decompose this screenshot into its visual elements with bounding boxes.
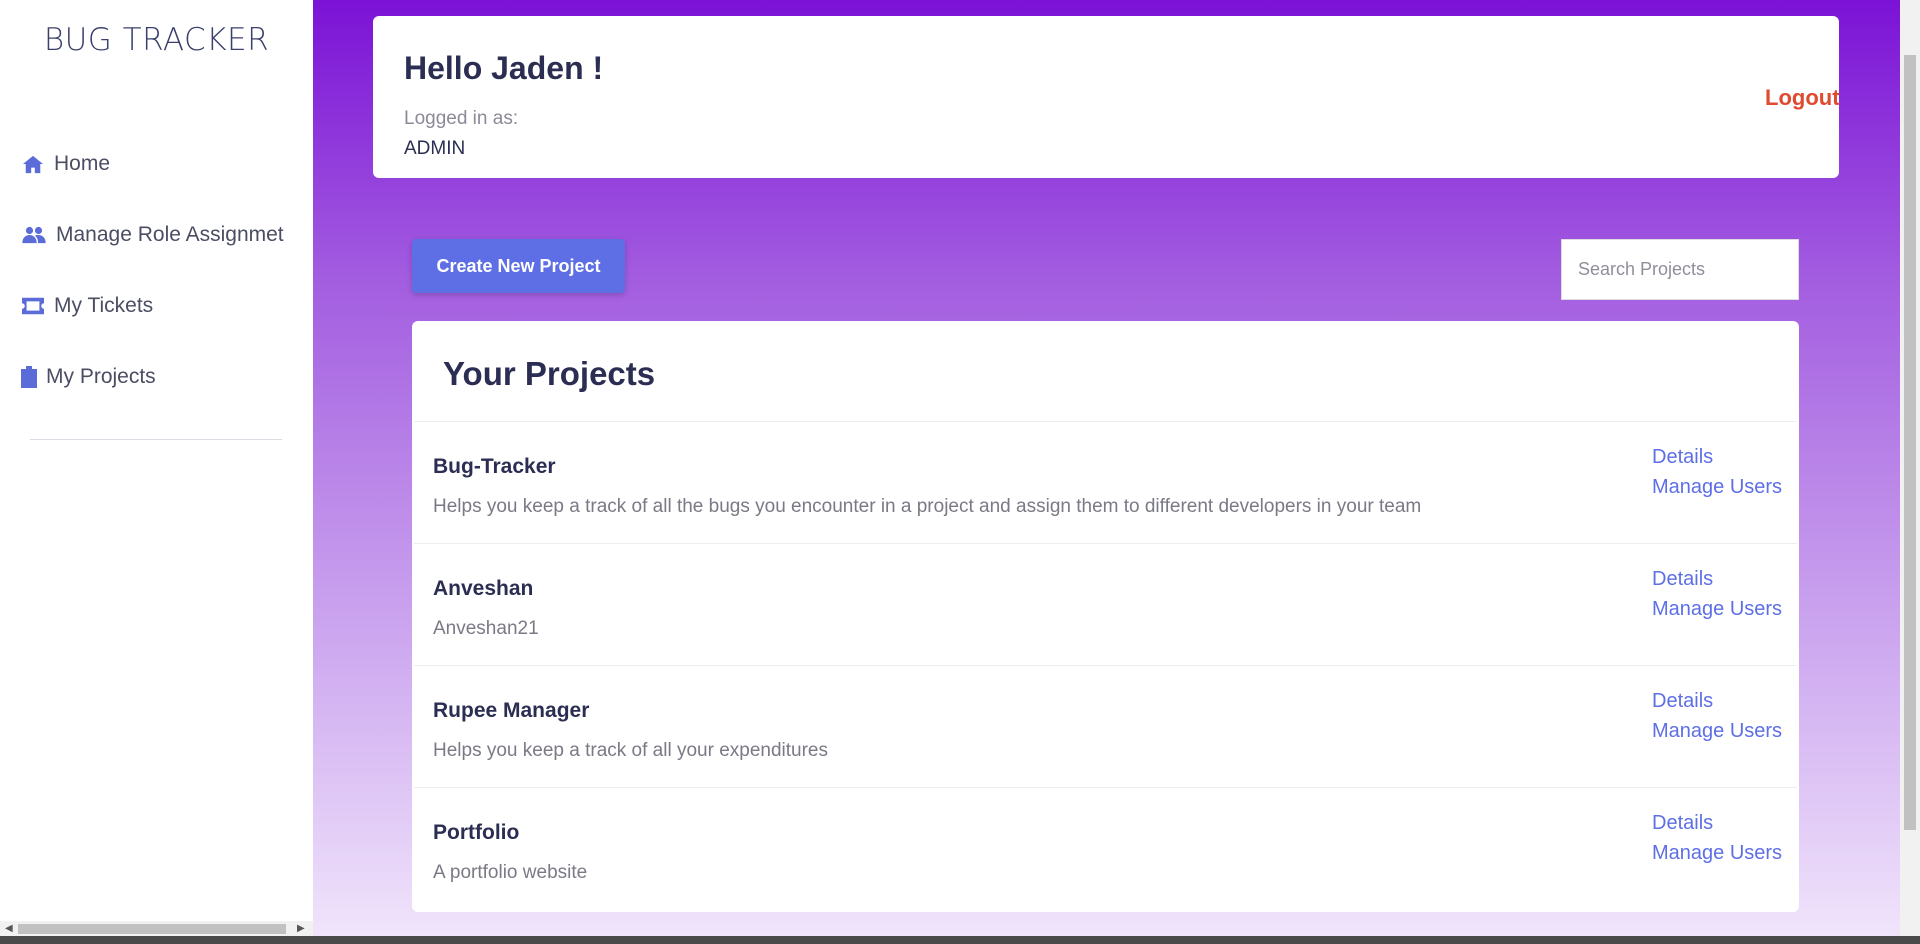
sidebar-divider — [30, 439, 282, 440]
clipboard-icon — [20, 365, 38, 389]
horizontal-scrollbar[interactable]: ◀ ▶ — [0, 921, 313, 936]
main-content: Hello Jaden ! Logged in as: ADMIN Logout… — [313, 0, 1900, 936]
brand-title: BUG TRACKER — [43, 22, 270, 58]
project-manage-users-link[interactable]: Manage Users — [1652, 720, 1782, 743]
project-row: Portfolio A portfolio website Details Ma… — [414, 787, 1797, 909]
sidebar-item-label: Manage Role Assignmet — [56, 223, 284, 246]
logout-link[interactable]: Logout — [1765, 85, 1840, 111]
scroll-right-icon[interactable]: ▶ — [297, 923, 305, 934]
project-row: Anveshan Anveshan21 Details Manage Users — [414, 543, 1797, 665]
ticket-icon — [20, 294, 46, 318]
project-description: A portfolio website — [433, 862, 588, 883]
scroll-left-icon[interactable]: ◀ — [5, 923, 13, 934]
greeting: Hello Jaden ! — [404, 50, 604, 86]
sidebar-item-manage-roles[interactable]: Manage Role Assignmet — [20, 223, 284, 247]
sidebar-item-my-tickets[interactable]: My Tickets — [20, 294, 153, 318]
project-details-link[interactable]: Details — [1652, 812, 1713, 835]
project-manage-users-link[interactable]: Manage Users — [1652, 598, 1782, 621]
search-projects-input[interactable] — [1561, 239, 1799, 300]
scrollbar-thumb[interactable] — [18, 924, 286, 934]
project-name: Rupee Manager — [433, 699, 590, 722]
sidebar-item-label: Home — [54, 152, 111, 175]
users-icon — [20, 223, 48, 247]
project-manage-users-link[interactable]: Manage Users — [1652, 476, 1782, 499]
project-details-link[interactable]: Details — [1652, 568, 1713, 591]
logged-in-label: Logged in as: — [404, 108, 519, 129]
taskbar-strip — [0, 936, 1920, 944]
project-details-link[interactable]: Details — [1652, 690, 1713, 713]
sidebar: BUG TRACKER Home Manage Role Assignmet M… — [0, 0, 313, 944]
project-name: Portfolio — [433, 821, 520, 844]
projects-title: Your Projects — [443, 355, 656, 392]
scrollbar-thumb[interactable] — [1904, 55, 1916, 830]
home-icon — [20, 152, 46, 176]
user-header-card: Hello Jaden ! Logged in as: ADMIN Logout — [373, 16, 1840, 178]
project-manage-users-link[interactable]: Manage Users — [1652, 842, 1782, 865]
sidebar-item-home[interactable]: Home — [20, 152, 110, 176]
project-row: Bug-Tracker Helps you keep a track of al… — [414, 421, 1797, 543]
sidebar-item-my-projects[interactable]: My Projects — [20, 365, 156, 389]
projects-card: Your Projects Bug-Tracker Helps you keep… — [412, 321, 1799, 912]
project-description: Helps you keep a track of all your expen… — [433, 740, 828, 761]
create-project-button[interactable]: Create New Project — [412, 239, 625, 293]
project-details-link[interactable]: Details — [1652, 446, 1713, 469]
user-role: ADMIN — [404, 138, 466, 159]
project-description: Anveshan21 — [433, 618, 539, 639]
sidebar-item-label: My Tickets — [54, 294, 154, 317]
project-list: Bug-Tracker Helps you keep a track of al… — [414, 421, 1797, 909]
sidebar-item-label: My Projects — [46, 365, 156, 388]
project-name: Bug-Tracker — [433, 455, 556, 478]
project-row: Rupee Manager Helps you keep a track of … — [414, 665, 1797, 787]
project-description: Helps you keep a track of all the bugs y… — [433, 496, 1422, 517]
vertical-scrollbar[interactable] — [1900, 0, 1920, 936]
project-name: Anveshan — [433, 577, 534, 600]
